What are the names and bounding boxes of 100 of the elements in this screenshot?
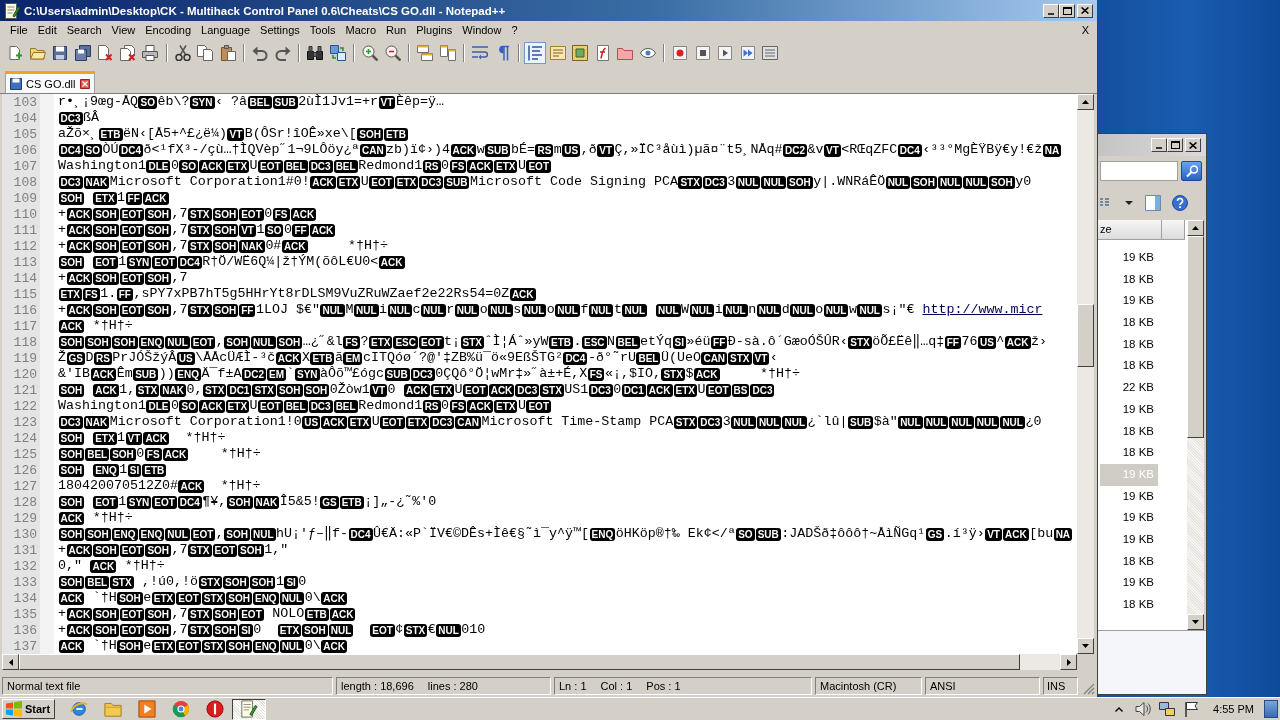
control-code-tag: NUL bbox=[898, 415, 923, 429]
show-desktop-button[interactable] bbox=[1264, 700, 1278, 718]
file-size-row[interactable]: 19 KB bbox=[1100, 247, 1158, 269]
code-text: 180420070512Z0# bbox=[58, 478, 178, 493]
clock[interactable]: 4:55 PM bbox=[1213, 703, 1254, 715]
menu-item[interactable]: Edit bbox=[32, 22, 62, 39]
toolbar-button[interactable] bbox=[194, 42, 216, 64]
caret-icon[interactable] bbox=[1125, 201, 1133, 205]
file-size-row[interactable]: 19 KB bbox=[1100, 398, 1158, 421]
code-text: 0 bbox=[613, 382, 622, 397]
control-code-tag: SOH bbox=[58, 527, 85, 541]
scroll-up-button[interactable] bbox=[1077, 94, 1094, 110]
help-icon[interactable] bbox=[1172, 195, 1188, 211]
url-link[interactable]: http://www.micr bbox=[922, 302, 1043, 317]
control-code-tag: SOH bbox=[357, 127, 383, 141]
scroll-down-button[interactable] bbox=[1077, 638, 1094, 654]
record-icon bbox=[672, 45, 688, 61]
control-code-tag: NUL bbox=[735, 175, 761, 189]
control-code-tag: STX bbox=[403, 623, 428, 637]
resize-grip-icon[interactable] bbox=[1083, 683, 1095, 695]
menu-item[interactable]: ? bbox=[506, 22, 523, 39]
control-code-tag: ACK bbox=[467, 159, 493, 173]
file-size-row[interactable]: 19 KB bbox=[1100, 528, 1158, 551]
control-code-tag: EOT bbox=[190, 527, 216, 541]
close-document-button[interactable]: X bbox=[1079, 22, 1091, 39]
close-icon[interactable] bbox=[79, 78, 90, 89]
file-size-row[interactable]: 18 KB bbox=[1100, 268, 1158, 291]
preview-pane-icon[interactable] bbox=[1145, 195, 1161, 211]
start-button[interactable]: Start bbox=[2, 699, 55, 719]
scroll-thumb[interactable] bbox=[1187, 236, 1204, 438]
file-size-row[interactable]: 19 KB bbox=[1100, 290, 1158, 313]
menu-item[interactable]: Macro bbox=[340, 22, 382, 39]
file-size-row[interactable]: 19 KB bbox=[1100, 485, 1158, 508]
zoom-out-icon bbox=[384, 45, 401, 61]
file-size-row[interactable]: 18 KB bbox=[1100, 333, 1158, 356]
menu-item[interactable]: View bbox=[106, 22, 141, 39]
menu-item[interactable]: File bbox=[5, 22, 33, 39]
minimize-button[interactable] bbox=[1151, 138, 1167, 152]
menu-item[interactable]: Encoding bbox=[140, 22, 197, 39]
control-code-tag: VT bbox=[824, 143, 841, 157]
file-tab[interactable]: CS GO.dll bbox=[5, 71, 95, 93]
code-text: &v bbox=[807, 142, 824, 157]
code-text: \ÅÅcÜÆÌ-³č bbox=[195, 350, 276, 365]
caret-up-icon[interactable] bbox=[1115, 706, 1124, 712]
control-code-tag: EOT bbox=[119, 207, 145, 221]
vertical-scrollbar[interactable] bbox=[1187, 220, 1204, 630]
file-size-row[interactable]: 18 KB bbox=[1100, 420, 1158, 443]
code-text: ¢ bbox=[395, 622, 404, 637]
line-number: 132 bbox=[13, 558, 37, 574]
control-code-tag: SUB bbox=[384, 367, 410, 381]
search-button[interactable] bbox=[1181, 161, 1202, 181]
network-icon[interactable] bbox=[1159, 701, 1176, 717]
control-code-tag: US bbox=[176, 351, 195, 365]
file-size-row[interactable]: 18 KB bbox=[1100, 442, 1158, 464]
control-code-tag: SOH bbox=[911, 175, 937, 189]
code-text: Washington1 bbox=[58, 158, 146, 173]
code-text: aŽõ×¸ bbox=[58, 126, 98, 141]
menu-item[interactable]: Settings bbox=[255, 22, 305, 39]
code-text: 0 bbox=[136, 446, 145, 461]
toolbar-button[interactable] bbox=[139, 42, 161, 64]
scroll-down-button[interactable] bbox=[1187, 614, 1204, 630]
close-button[interactable] bbox=[1185, 138, 1201, 152]
file-size-row[interactable]: 18 KB bbox=[1100, 312, 1158, 334]
menu-item[interactable]: Window bbox=[457, 22, 507, 39]
vertical-scrollbar[interactable] bbox=[1077, 94, 1094, 654]
control-code-tag: EOT bbox=[119, 223, 145, 237]
file-size-row[interactable]: 18 KB bbox=[1100, 594, 1158, 616]
scroll-thumb[interactable] bbox=[1077, 304, 1094, 367]
menu-item[interactable]: Run bbox=[381, 22, 412, 39]
close-button[interactable] bbox=[1077, 3, 1093, 18]
scroll-up-button[interactable] bbox=[1187, 220, 1204, 236]
control-code-tag: SOH bbox=[226, 639, 252, 653]
control-code-tag: NUL bbox=[963, 175, 988, 189]
search-field[interactable] bbox=[1100, 161, 1178, 181]
file-size-row[interactable]: 18 KB bbox=[1100, 355, 1158, 378]
file-size-row[interactable]: 19 KB bbox=[1100, 572, 1158, 594]
flag-icon[interactable] bbox=[1183, 701, 1200, 717]
scroll-right-button[interactable] bbox=[1060, 654, 1077, 670]
toolbar-button[interactable] bbox=[359, 42, 381, 64]
maximize-button[interactable] bbox=[1167, 138, 1183, 152]
code-text: W bbox=[681, 302, 690, 317]
control-code-tag: EOT bbox=[369, 175, 394, 189]
minimize-button[interactable] bbox=[1043, 3, 1059, 18]
menu-item[interactable]: Tools bbox=[304, 22, 341, 39]
code-text: US1 bbox=[564, 382, 589, 397]
menu-item[interactable]: Search bbox=[61, 22, 107, 39]
control-code-tag: EM bbox=[267, 367, 286, 381]
control-code-tag: ETX bbox=[369, 335, 393, 349]
control-code-tag: STX bbox=[540, 383, 564, 397]
file-size-row[interactable]: 19 KB bbox=[1100, 507, 1158, 529]
speaker-icon[interactable] bbox=[1135, 701, 1152, 717]
scroll-left-button[interactable] bbox=[2, 654, 19, 670]
control-code-tag: STX bbox=[188, 223, 212, 237]
taskbar-button[interactable] bbox=[232, 698, 266, 720]
column-header[interactable]: ze bbox=[1098, 220, 1162, 240]
file-size-row[interactable]: 22 KB bbox=[1100, 377, 1158, 399]
maximize-button[interactable] bbox=[1059, 3, 1075, 18]
file-size-row[interactable]: 18 KB bbox=[1100, 550, 1158, 573]
menu-item[interactable]: Plugins bbox=[411, 22, 458, 39]
menu-item[interactable]: Language bbox=[196, 22, 256, 39]
